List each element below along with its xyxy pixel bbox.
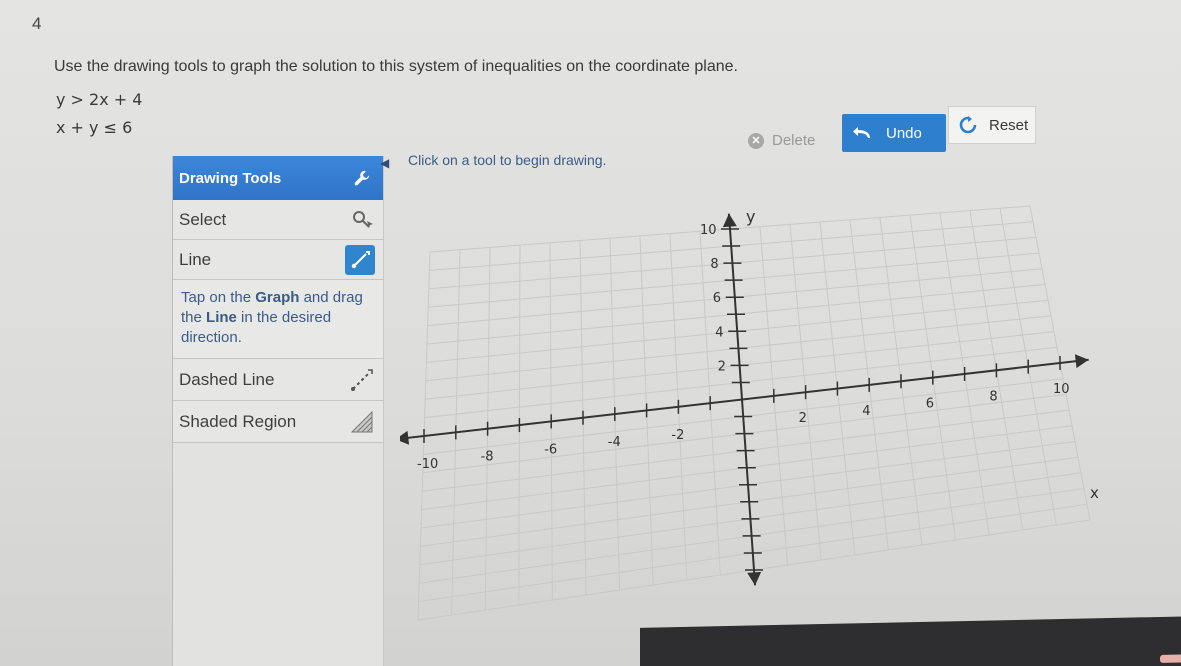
bottom-accent [1160,654,1181,663]
hint-line-word: Line [206,309,237,326]
wrench-icon [354,170,370,186]
y-tick-label: 10 [700,223,717,238]
y-axis [727,213,757,586]
y-tick-label: 6 [713,291,721,306]
y-axis-label: y [746,207,755,226]
drawing-tools-title: Drawing Tools [179,169,282,187]
x-axis-arrow-left [400,430,410,445]
collapse-arrow-icon[interactable]: ◀ [380,156,389,170]
hint-text-1: Tap on the [181,289,256,306]
y-tick-label: 8 [710,257,718,272]
reset-label: Reset [989,116,1029,134]
x-tick-label: -2 [671,428,684,443]
hint-graph-word: Graph [255,289,300,306]
axes [400,213,1089,586]
tool-line-label: Line [179,249,212,269]
x-tick-label: 6 [926,397,934,412]
reset-icon [959,116,977,134]
tool-select[interactable]: Select [173,200,383,240]
delete-icon: ✕ [748,132,764,149]
tool-line[interactable]: Line [173,240,383,280]
shaded-region-icon [350,410,373,432]
x-tick-label: -10 [417,457,438,472]
x-axis-label: x [1090,484,1099,502]
delete-button[interactable]: ✕ Delete [748,132,815,149]
x-tick-label: 8 [989,389,997,404]
status-message: Click on a tool to begin drawing. [408,152,607,168]
x-axis-arrow-right [1074,354,1089,369]
tool-shaded-region-label: Shaded Region [179,411,297,431]
tool-dashed-line-label: Dashed Line [179,369,275,389]
line-tool-hint: Tap on the Graph and drag the Line in th… [173,280,383,359]
coordinate-plane[interactable]: x y -10 -8 -6 -4 -2 2 4 6 8 10 2 4 6 8 10 [400,190,1120,630]
delete-label: Delete [772,132,816,149]
x-tick-label: -6 [544,442,557,457]
y-tick-label: 4 [715,325,723,340]
reset-button[interactable]: Reset [948,106,1036,144]
x-tick-label: 2 [799,411,807,426]
y-axis-arrow-up [722,213,737,228]
y-axis-arrow-down [747,571,762,586]
inequality-1: y > 2x + 4 [56,90,143,109]
tool-select-label: Select [179,209,227,229]
x-tick-label: 4 [862,404,870,419]
question-number: 4 [32,14,42,33]
x-tick-label: -8 [481,450,494,465]
drawing-tools-header[interactable]: Drawing Tools [173,156,383,200]
dashed-line-icon [351,368,373,391]
question-prompt: Use the drawing tools to graph the solut… [54,58,738,75]
x-tick-label: -4 [608,435,621,450]
drawing-tools-panel: Drawing Tools Select Line Tap on the Gra… [172,156,384,666]
undo-button[interactable]: Undo [842,114,946,152]
undo-icon [853,127,870,138]
inequality-2: x + y ≤ 6 [56,118,133,137]
tool-shaded-region[interactable]: Shaded Region [173,401,383,443]
undo-label: Undo [886,124,922,142]
magnifier-pointer-icon [353,210,373,228]
x-tick-label: 10 [1053,382,1070,397]
tool-dashed-line[interactable]: Dashed Line [173,359,383,401]
y-tick-label: 2 [718,359,726,374]
line-tool-icon [345,244,375,275]
